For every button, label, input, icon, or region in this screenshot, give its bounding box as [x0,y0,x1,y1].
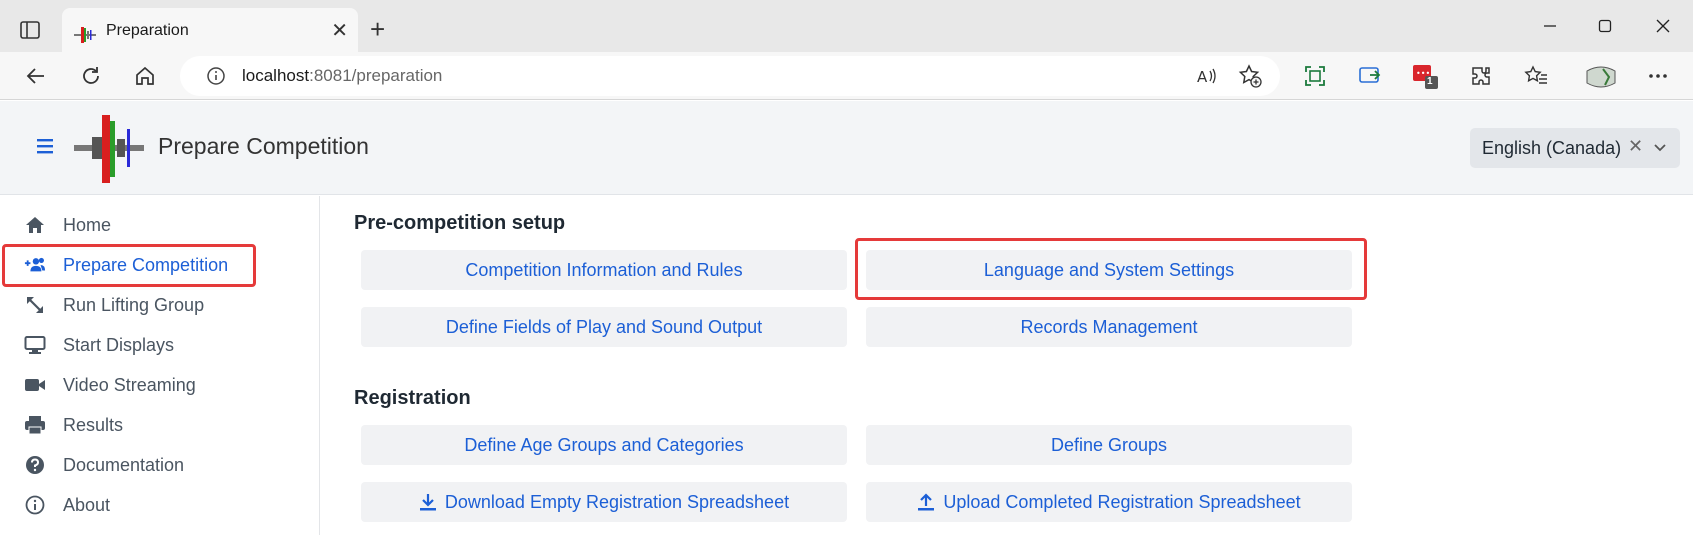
screenshot-icon[interactable] [1301,62,1329,90]
button-label: Records Management [1020,316,1198,337]
define-groups-button[interactable]: Define Groups [866,425,1352,465]
new-tab-icon[interactable]: + [370,16,385,42]
browser-tabbar: Preparation ✕ + [0,0,1693,60]
section-title-setup: Pre-competition setup [354,212,566,234]
users-plus-icon [24,254,46,276]
url-path: :8081/preparation [309,66,443,85]
favorites-icon[interactable] [1522,62,1550,90]
age-groups-button[interactable]: Define Age Groups and Categories [361,425,847,465]
window-close-icon[interactable] [1643,12,1683,40]
sidebar-item-start-displays[interactable]: Start Displays [0,325,320,365]
sidebar-item-label: Start Displays [63,334,175,355]
records-management-button[interactable]: Records Management [866,307,1352,347]
sidebar-item-label: Prepare Competition [63,254,229,275]
sidebar-item-label: About [63,494,111,515]
info-icon [24,494,46,516]
minimize-icon[interactable] [1530,12,1570,40]
home-browser-icon[interactable] [131,62,159,90]
video-camera-icon [24,374,46,396]
app-title: Prepare Competition [158,133,369,159]
sidebar-item-video-streaming[interactable]: Video Streaming [0,365,320,405]
sidebar-item-label: Video Streaming [63,374,196,395]
main-content: Pre-competition setup Competition Inform… [321,196,1693,535]
button-label: Download Empty Registration Spreadsheet [444,491,790,512]
language-clear-icon[interactable]: ✕ [1628,136,1643,157]
extensions-icon[interactable] [1467,62,1495,90]
tab-close-icon[interactable]: ✕ [331,21,348,41]
desktop-icon [24,334,46,356]
sidebar-item-about[interactable]: About [0,485,320,525]
download-spreadsheet-button[interactable]: Download Empty Registration Spreadsheet [361,482,847,522]
sidebar-item-label: Run Lifting Group [63,294,205,315]
upload-spreadsheet-button[interactable]: Upload Completed Registration Spreadshee… [866,482,1352,522]
app-header: Prepare Competition English (Canada) ✕ [0,101,1693,195]
profile-avatar-icon[interactable] [1584,62,1618,90]
home-icon [24,214,46,236]
maximize-icon[interactable] [1585,12,1625,40]
back-arrow-icon[interactable] [22,62,50,90]
language-select[interactable]: English (Canada) ✕ [1470,128,1680,168]
language-value: English (Canada) [1482,138,1622,158]
upload-icon [917,493,935,511]
chevron-down-icon[interactable] [1652,140,1668,156]
button-label: Define Age Groups and Categories [464,434,744,455]
sidebar-item-prepare-competition[interactable]: Prepare Competition [0,245,320,285]
sidebar-nav: Home Prepare Competition Run Lifting Gro… [0,196,320,535]
button-label: Define Fields of Play and Sound Output [445,316,763,337]
tab-actions-icon[interactable] [18,18,42,42]
question-icon [24,454,46,476]
button-label: Competition Information and Rules [465,259,743,280]
button-label: Upload Completed Registration Spreadshee… [943,491,1301,512]
read-aloud-icon[interactable]: A [1192,62,1220,90]
sidebar-item-run-lifting-group[interactable]: Run Lifting Group [0,285,320,325]
sidebar-item-label: Home [63,214,112,235]
browser-toolbar: localhost:8081/preparation A ••• 1 [0,52,1693,100]
sidebar-item-documentation[interactable]: Documentation [0,445,320,485]
url-host: localhost [242,66,310,85]
sidebar-item-label: Results [63,414,124,435]
section-title-registration: Registration [354,387,471,409]
more-menu-icon[interactable] [1644,62,1672,90]
svg-text:A: A [1197,68,1208,86]
notification-count: 1 [1427,76,1433,87]
url-text[interactable]: localhost:8081/preparation [242,66,442,86]
menu-toggle-icon[interactable] [34,135,56,157]
sidebar-item-label: Documentation [63,454,185,475]
tab-title: Preparation [106,22,189,39]
fields-of-play-button[interactable]: Define Fields of Play and Sound Output [361,307,847,347]
button-label: Language and System Settings [983,259,1235,280]
button-label: Define Groups [1050,434,1168,455]
extension-notification-icon[interactable]: ••• 1 [1411,62,1439,90]
favorite-add-icon[interactable] [1236,62,1264,90]
printer-icon [24,414,46,436]
refresh-icon[interactable] [77,62,105,90]
download-icon [419,493,437,511]
resize-arrows-icon [24,294,46,316]
app-logo [74,115,144,183]
app-favicon-icon [74,24,96,46]
app-install-icon[interactable] [1356,62,1384,90]
competition-info-button[interactable]: Competition Information and Rules [361,250,847,290]
language-settings-button[interactable]: Language and System Settings [866,250,1352,290]
sidebar-item-home[interactable]: Home [0,205,320,245]
sidebar-item-results[interactable]: Results [0,405,320,445]
site-info-icon[interactable] [202,62,230,90]
address-bar[interactable]: localhost:8081/preparation A [180,56,1280,96]
